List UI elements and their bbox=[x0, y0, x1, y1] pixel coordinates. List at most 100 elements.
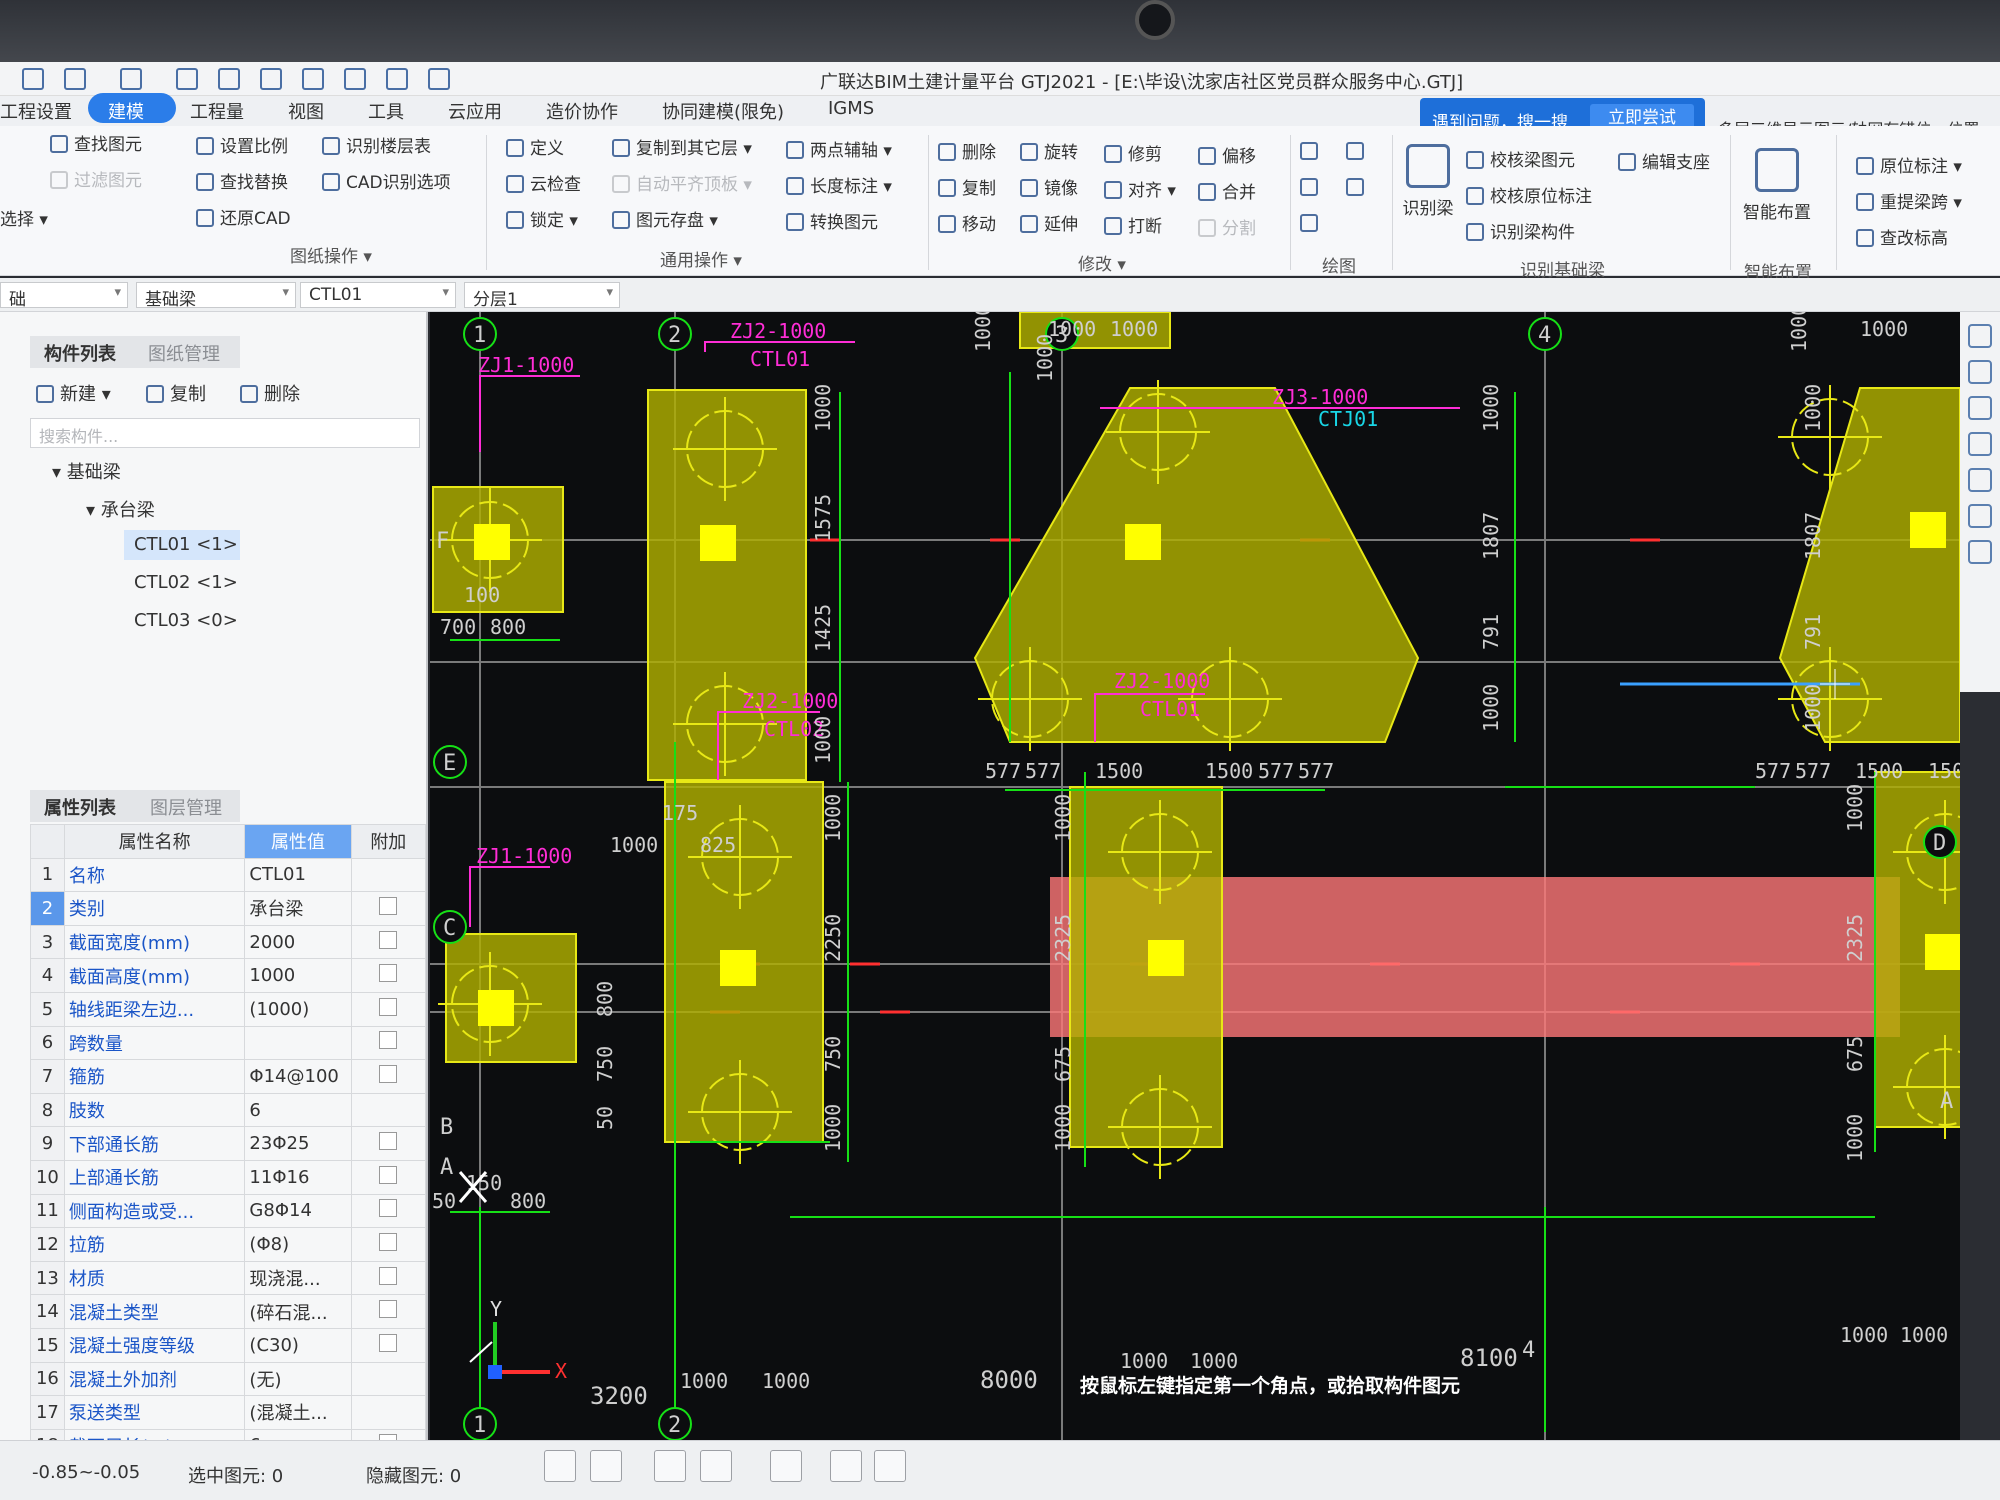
property-value[interactable]: (混凝土... bbox=[244, 1395, 352, 1430]
find-replace-button[interactable]: 查找替换 bbox=[196, 168, 288, 193]
split-button[interactable]: 分割 bbox=[1198, 214, 1256, 239]
menu-collab-modeling[interactable]: 协同建模(限免) bbox=[662, 98, 784, 124]
layout-icon[interactable] bbox=[302, 68, 324, 90]
layer-select[interactable]: 分层1 bbox=[464, 282, 620, 310]
check-annotation-button[interactable]: 校核原位标注 bbox=[1466, 182, 1592, 207]
extra-checkbox[interactable] bbox=[379, 964, 398, 983]
circle-tool[interactable] bbox=[1346, 142, 1370, 162]
mirror-button[interactable]: 镜像 bbox=[1020, 174, 1078, 199]
merge-button[interactable]: 合并 bbox=[1198, 178, 1256, 203]
convert-element-button[interactable]: 转换图元 bbox=[786, 208, 878, 233]
property-row[interactable]: 13 材质 现浇混... bbox=[30, 1260, 427, 1296]
tab-property-list[interactable]: 属性列表 bbox=[44, 794, 116, 820]
property-row[interactable]: 2 类别 承台梁 bbox=[30, 891, 427, 926]
view-cube-icon[interactable] bbox=[1968, 504, 1992, 528]
extra-cell[interactable] bbox=[350, 1294, 427, 1329]
property-row[interactable]: 3 截面宽度(mm) 2000 bbox=[30, 924, 427, 960]
extra-cell[interactable] bbox=[350, 891, 427, 926]
align-button[interactable]: 对齐 ▾ bbox=[1104, 176, 1176, 201]
property-value[interactable]: G8Φ14 bbox=[244, 1193, 352, 1229]
property-row[interactable]: 1 名称 CTL01 bbox=[30, 857, 427, 893]
extra-cell[interactable] bbox=[350, 1193, 427, 1229]
property-value[interactable]: 23Φ25 bbox=[244, 1126, 352, 1161]
tab-drawing-management[interactable]: 图纸管理 bbox=[148, 340, 220, 366]
layers-icon[interactable] bbox=[1968, 540, 1992, 564]
smart-layout-button[interactable]: 智能布置 bbox=[1740, 148, 1814, 223]
menu-tools[interactable]: 工具 bbox=[368, 98, 404, 124]
point-tool[interactable] bbox=[1300, 142, 1324, 162]
extra-cell[interactable] bbox=[350, 857, 427, 893]
lock-button[interactable]: 锁定 ▾ bbox=[506, 206, 578, 231]
property-value[interactable]: 承台梁 bbox=[244, 891, 352, 926]
property-row[interactable]: 15 混凝土强度等级 (C30) bbox=[30, 1327, 427, 1363]
extra-cell[interactable] bbox=[350, 1395, 427, 1430]
property-value[interactable]: 1000 bbox=[244, 958, 352, 993]
line-tool[interactable] bbox=[1300, 178, 1324, 198]
cube-icon[interactable] bbox=[1968, 396, 1992, 420]
property-row[interactable]: 14 混凝土类型 (碎石混... bbox=[30, 1294, 427, 1329]
arc-toggle[interactable] bbox=[874, 1450, 906, 1482]
identify-floor-table-button[interactable]: 识别楼层表 bbox=[322, 132, 431, 157]
property-value[interactable]: 2000 bbox=[244, 924, 352, 960]
angle-toggle[interactable] bbox=[700, 1450, 732, 1482]
auto-align-slab-button[interactable]: 自动平齐顶板 ▾ bbox=[612, 170, 752, 195]
move-button[interactable]: 移动 bbox=[938, 210, 996, 235]
extra-checkbox[interactable] bbox=[379, 1031, 398, 1050]
define-button[interactable]: 定义 bbox=[506, 134, 564, 159]
tree-item-ctl02[interactable]: CTL02 <1> bbox=[134, 572, 238, 593]
two-point-axis-button[interactable]: 两点辅轴 ▾ bbox=[786, 136, 892, 161]
extra-checkbox[interactable] bbox=[379, 997, 398, 1016]
extra-checkbox[interactable] bbox=[379, 1266, 398, 1285]
fullscreen-icon[interactable] bbox=[1968, 468, 1992, 492]
restore-cad-button[interactable]: 还原CAD bbox=[196, 204, 291, 229]
set-scale-button[interactable]: 设置比例 bbox=[196, 132, 288, 157]
extra-checkbox[interactable] bbox=[379, 1132, 398, 1151]
extra-cell[interactable] bbox=[350, 1025, 427, 1061]
extra-cell[interactable] bbox=[350, 1260, 427, 1296]
property-row[interactable]: 17 泵送类型 (混凝土... bbox=[30, 1395, 427, 1430]
group-common-ops[interactable]: 通用操作 ▾ bbox=[660, 246, 742, 271]
function-icon[interactable] bbox=[176, 68, 198, 90]
copy-component-button[interactable]: 复制 bbox=[146, 380, 206, 406]
extra-cell[interactable] bbox=[350, 991, 427, 1027]
extra-cell[interactable] bbox=[350, 1159, 427, 1195]
property-value[interactable]: Φ14@100 bbox=[244, 1059, 352, 1094]
menu-view[interactable]: 视图 bbox=[288, 98, 324, 124]
extra-cell[interactable] bbox=[350, 1327, 427, 1363]
save-icon[interactable] bbox=[22, 68, 44, 90]
edit-icon[interactable] bbox=[344, 68, 366, 90]
extra-checkbox[interactable] bbox=[379, 1232, 398, 1251]
table-icon[interactable] bbox=[218, 68, 240, 90]
find-element-button[interactable]: 查找图元 bbox=[50, 130, 142, 155]
select-dropdown[interactable]: 选择 ▾ bbox=[0, 205, 48, 230]
undo-icon[interactable] bbox=[64, 68, 86, 90]
tree-child[interactable]: ▾ 承台梁 bbox=[86, 496, 155, 522]
copy-button[interactable]: 复制 bbox=[938, 174, 996, 199]
offset-button[interactable]: 偏移 bbox=[1198, 142, 1256, 167]
property-value[interactable]: 现浇混... bbox=[244, 1260, 352, 1296]
edit-support-button[interactable]: 编辑支座 bbox=[1618, 148, 1710, 173]
extra-cell[interactable] bbox=[350, 1126, 427, 1161]
tree-item-ctl01[interactable]: CTL01 <1> bbox=[134, 534, 238, 555]
snap-toggle[interactable] bbox=[590, 1450, 622, 1482]
tab-component-list[interactable]: 构件列表 bbox=[44, 340, 116, 366]
display-toggle[interactable] bbox=[830, 1450, 862, 1482]
copy-to-layer-button[interactable]: 复制到其它层 ▾ bbox=[612, 134, 752, 159]
extra-cell[interactable] bbox=[350, 1361, 427, 1397]
category-select[interactable]: 础 bbox=[0, 282, 128, 310]
grid-icon[interactable] bbox=[260, 68, 282, 90]
component-type-select[interactable]: 基础梁 bbox=[136, 282, 296, 310]
extra-cell[interactable] bbox=[350, 1092, 427, 1128]
view-icon[interactable] bbox=[428, 68, 450, 90]
component-select[interactable]: CTL01 bbox=[300, 282, 456, 308]
arc-tool[interactable] bbox=[1300, 214, 1324, 234]
menu-igms[interactable]: IGMS bbox=[828, 98, 874, 119]
property-value[interactable]: 6 bbox=[244, 1092, 352, 1128]
length-dimension-button[interactable]: 长度标注 ▾ bbox=[786, 172, 892, 197]
new-component-button[interactable]: 新建 ▾ bbox=[36, 380, 111, 406]
extra-cell[interactable] bbox=[350, 924, 427, 960]
check-beam-element-button[interactable]: 校核梁图元 bbox=[1466, 146, 1575, 171]
delete-component-button[interactable]: 删除 bbox=[240, 380, 300, 406]
extra-checkbox[interactable] bbox=[379, 1165, 398, 1184]
delete-button[interactable]: 删除 bbox=[938, 138, 996, 163]
